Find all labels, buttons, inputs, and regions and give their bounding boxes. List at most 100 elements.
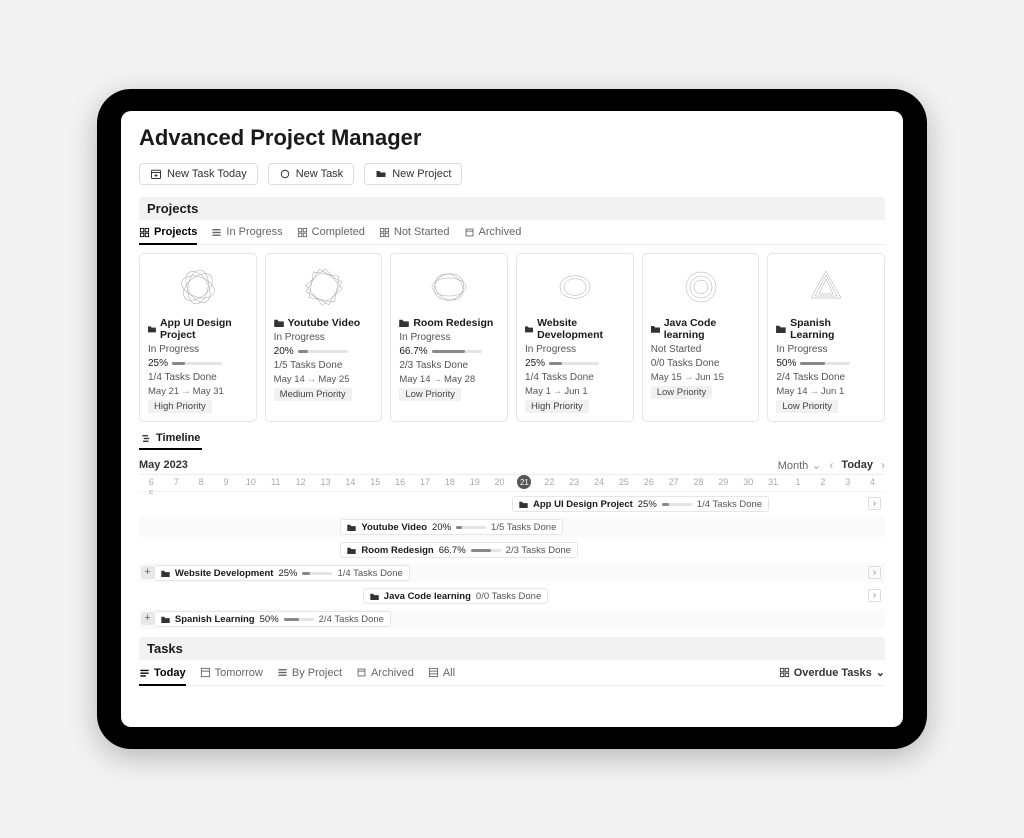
folder-icon xyxy=(375,168,387,180)
app-screen: Advanced Project Manager New Task Today … xyxy=(121,111,903,727)
task-tabs: Today Tomorrow By Project Archived All Overd… xyxy=(139,666,885,686)
today-button[interactable]: Today xyxy=(841,459,873,471)
project-dates: May 14→May 28 xyxy=(399,374,499,385)
expand-row-button[interactable]: › xyxy=(868,566,881,579)
tab-not-started[interactable]: Not Started xyxy=(379,226,450,238)
project-tasks-done: 1/4 Tasks Done xyxy=(148,372,248,383)
timeline-ruler: 6789101112131415161718192021222324252627… xyxy=(139,474,885,492)
project-card[interactable]: Spanish Learning In Progress 50% 2/4 Tas… xyxy=(767,253,885,422)
project-status: In Progress xyxy=(274,332,374,343)
expand-row-button[interactable]: › xyxy=(868,497,881,510)
project-status: In Progress xyxy=(525,344,625,355)
project-thumbnail xyxy=(525,260,625,314)
overdue-label: Overdue Tasks xyxy=(794,667,872,679)
tab-icon xyxy=(211,227,222,238)
task-tab-archived[interactable]: Archived xyxy=(356,666,414,679)
tab-icon xyxy=(379,227,390,238)
project-name: Youtube Video xyxy=(274,317,374,329)
project-dates: May 14→May 25 xyxy=(274,374,374,385)
tab-icon xyxy=(139,227,150,238)
button-label: New Project xyxy=(392,168,451,180)
tab-archived[interactable]: Archived xyxy=(464,226,522,238)
project-card[interactable]: App UI Design Project In Progress 25% 1/… xyxy=(139,253,257,422)
project-name: Website Development xyxy=(525,317,625,341)
project-name: Room Redesign xyxy=(399,317,499,329)
timeline-tab-label: Timeline xyxy=(156,432,200,444)
tab-timeline[interactable]: Timeline xyxy=(139,432,202,450)
add-subtask-button[interactable]: + xyxy=(141,612,154,625)
tab-in-progress[interactable]: In Progress xyxy=(211,226,282,238)
timeline-month-label: May 2023 xyxy=(139,459,188,471)
task-tab-tomorrow[interactable]: Tomorrow xyxy=(200,666,263,679)
add-subtask-button[interactable]: + xyxy=(141,566,154,579)
project-thumbnail xyxy=(776,260,876,314)
project-progress: 50% xyxy=(776,358,876,369)
button-label: New Task xyxy=(296,168,343,180)
tab-icon xyxy=(464,227,475,238)
current-day-marker: 21 xyxy=(517,475,531,489)
timeline-row: App UI Design Project 25% 1/4 Tasks Done… xyxy=(139,494,885,514)
project-name: Spanish Learning xyxy=(776,317,876,341)
board-icon xyxy=(779,667,790,678)
next-period-button[interactable]: › xyxy=(881,458,885,472)
timeline-bar[interactable]: Website Development 25% 1/4 Tasks Done xyxy=(154,565,410,581)
project-progress: 25% xyxy=(525,358,625,369)
timeline-row: Youtube Video 20% 1/5 Tasks Done xyxy=(139,517,885,537)
task-tab-all[interactable]: All xyxy=(428,666,455,679)
priority-pill: Low Priority xyxy=(399,388,461,401)
projects-heading: Projects xyxy=(139,197,885,220)
tab-icon xyxy=(200,667,211,678)
chevron-down-icon: ⌄ xyxy=(811,458,821,472)
priority-pill: Low Priority xyxy=(651,386,713,399)
overdue-tasks-view[interactable]: Overdue Tasks ⌄ xyxy=(779,666,885,679)
tab-projects[interactable]: Projects xyxy=(139,226,197,238)
project-thumbnail xyxy=(148,260,248,314)
project-name: Java Code learning xyxy=(651,317,751,341)
project-cards: App UI Design Project In Progress 25% 1/… xyxy=(139,253,885,422)
tab-icon xyxy=(356,667,367,678)
page-title: Advanced Project Manager xyxy=(139,125,885,151)
project-progress: 25% xyxy=(148,358,248,369)
project-progress: 20% xyxy=(274,346,374,357)
tab-icon xyxy=(428,667,439,678)
tab-icon xyxy=(277,667,288,678)
timeline-bar[interactable]: Room Redesign 66.7% 2/3 Tasks Done xyxy=(340,542,578,558)
project-status: In Progress xyxy=(776,344,876,355)
calendar-plus-icon xyxy=(150,168,162,180)
project-progress: 66.7% xyxy=(399,346,499,357)
task-tab-today[interactable]: Today xyxy=(139,666,186,679)
project-card[interactable]: Java Code learning Not Started 0/0 Tasks… xyxy=(642,253,760,422)
timeline-bar[interactable]: Youtube Video 20% 1/5 Tasks Done xyxy=(340,519,563,535)
tab-icon xyxy=(297,227,308,238)
timeline-bar[interactable]: Java Code learning 0/0 Tasks Done xyxy=(363,588,548,604)
project-card[interactable]: Youtube Video In Progress 20% 1/5 Tasks … xyxy=(265,253,383,422)
new-project-button[interactable]: New Project xyxy=(364,163,462,185)
button-label: New Task Today xyxy=(167,168,247,180)
tasks-heading: Tasks xyxy=(139,637,885,660)
timeline-row: Room Redesign 66.7% 2/3 Tasks Done xyxy=(139,540,885,560)
tab-completed[interactable]: Completed xyxy=(297,226,365,238)
project-tasks-done: 1/4 Tasks Done xyxy=(525,372,625,383)
project-dates: May 21→May 31 xyxy=(148,386,248,397)
project-thumbnail xyxy=(399,260,499,314)
timeline-icon xyxy=(141,433,152,444)
project-card[interactable]: Website Development In Progress 25% 1/4 … xyxy=(516,253,634,422)
priority-pill: High Priority xyxy=(525,400,589,413)
circle-icon xyxy=(279,168,291,180)
project-tasks-done: 2/4 Tasks Done xyxy=(776,372,876,383)
new-task-button[interactable]: New Task xyxy=(268,163,354,185)
tab-icon xyxy=(139,667,150,678)
prev-period-button[interactable]: ‹ xyxy=(829,458,833,472)
timeline-view-select[interactable]: Month ⌄ xyxy=(778,458,822,472)
expand-row-button[interactable]: › xyxy=(868,589,881,602)
priority-pill: Medium Priority xyxy=(274,388,352,401)
project-card[interactable]: Room Redesign In Progress 66.7% 2/3 Task… xyxy=(390,253,508,422)
chevron-down-icon: ⌄ xyxy=(876,666,885,679)
timeline-bar[interactable]: App UI Design Project 25% 1/4 Tasks Done xyxy=(512,496,769,512)
timeline-bar[interactable]: Spanish Learning 50% 2/4 Tasks Done xyxy=(154,611,391,627)
task-tab-by-project[interactable]: By Project xyxy=(277,666,342,679)
project-thumbnail xyxy=(651,260,751,314)
priority-pill: High Priority xyxy=(148,400,212,413)
new-task-today-button[interactable]: New Task Today xyxy=(139,163,258,185)
project-thumbnail xyxy=(274,260,374,314)
